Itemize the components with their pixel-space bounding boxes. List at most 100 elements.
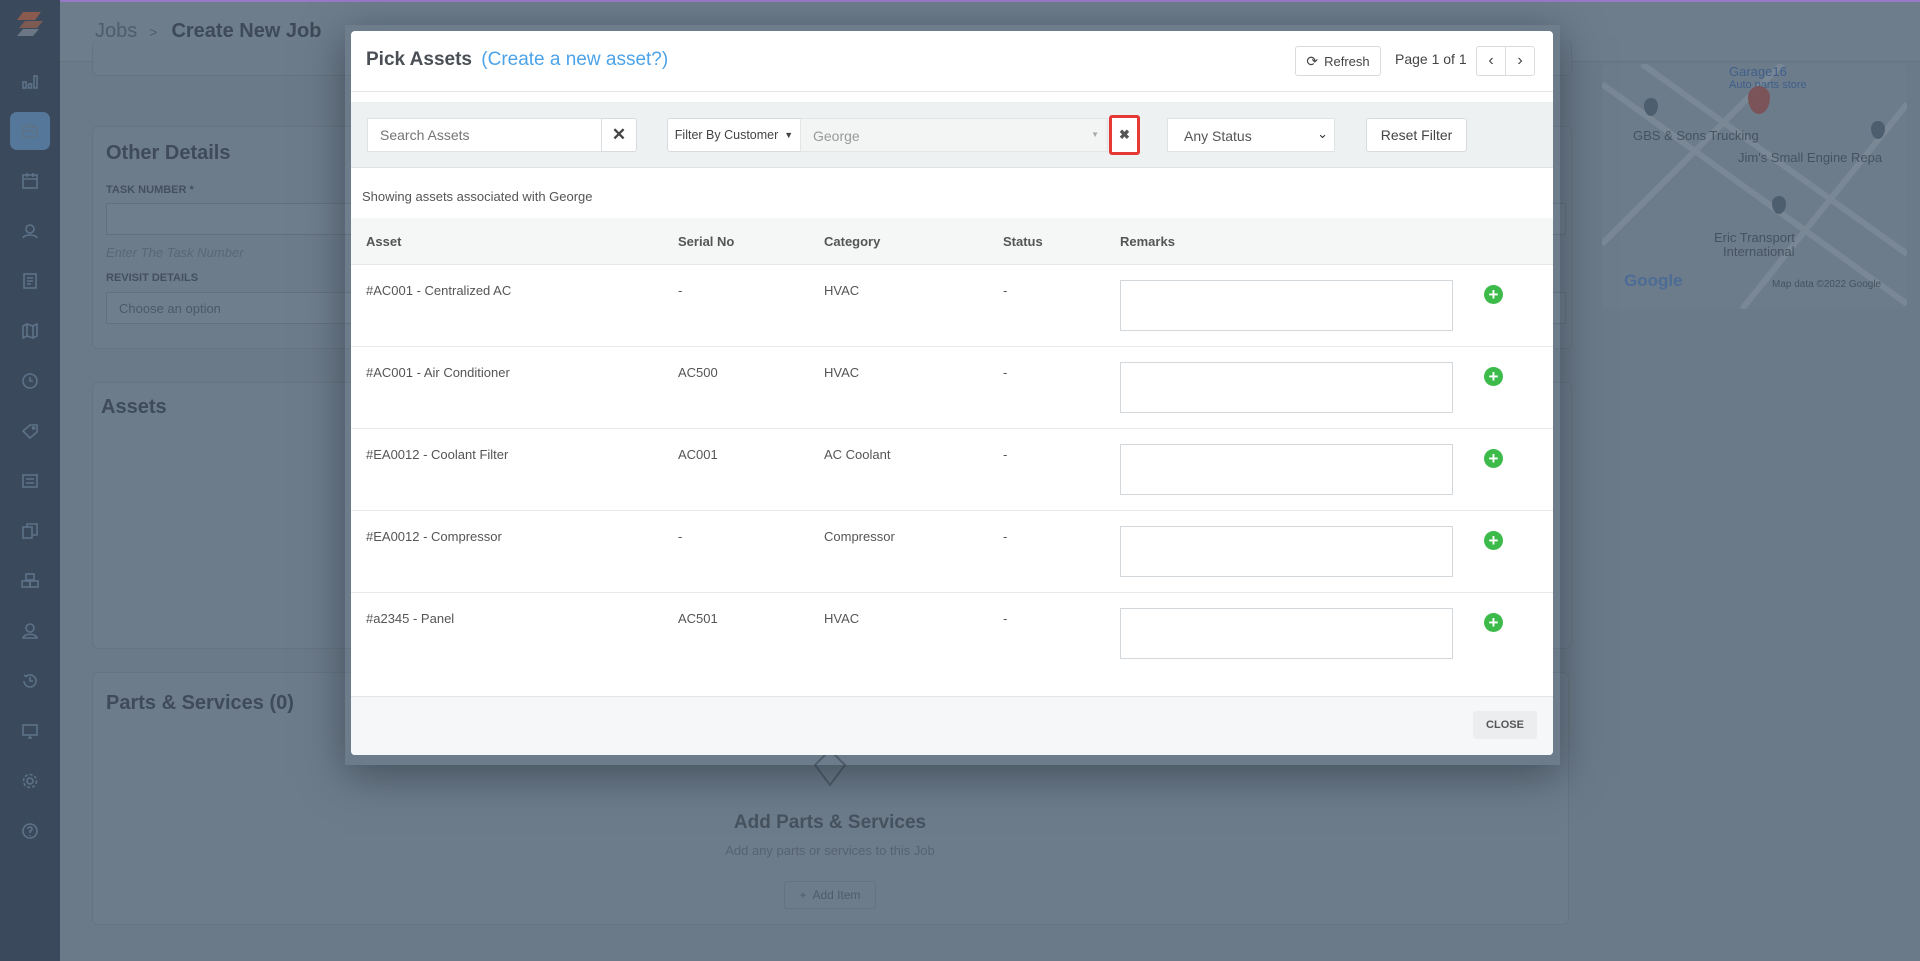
cell-asset: #AC001 - Centralized AC — [366, 283, 512, 298]
page-title: Create New Job — [171, 20, 322, 42]
calendar-icon — [22, 173, 38, 189]
remarks-input[interactable] — [1120, 280, 1453, 331]
column-header-serial: Serial No — [678, 234, 735, 249]
breadcrumb-jobs[interactable]: Jobs — [95, 20, 137, 42]
column-header-remarks: Remarks — [1120, 234, 1175, 249]
plus-icon: + — [799, 888, 807, 902]
modal-title-text: Pick Assets — [366, 49, 472, 70]
map-attribution: Map data ©2022 Google — [1772, 279, 1882, 290]
map-label: Eric Transport — [1714, 230, 1795, 245]
table-row: #EA0012 - Compressor - Compressor - + — [351, 511, 1553, 593]
cell-status: - — [1003, 529, 1008, 544]
chart-icon — [22, 75, 38, 89]
gear-icon — [22, 773, 38, 789]
nav-estimates[interactable] — [10, 462, 50, 500]
cell-category: AC Coolant — [824, 447, 891, 462]
refresh-button[interactable]: ⟳ Refresh — [1295, 46, 1381, 76]
nav-jobs[interactable] — [10, 112, 50, 150]
other-details-title: Other Details — [106, 142, 231, 164]
cell-asset: #AC001 - Air Conditioner — [366, 365, 510, 380]
boxes-icon — [21, 573, 39, 588]
add-asset-plus-icon[interactable]: + — [1484, 449, 1503, 468]
remarks-input[interactable] — [1120, 362, 1453, 413]
nav-calendar[interactable] — [10, 162, 50, 200]
filter-by-customer-dropdown[interactable]: Filter By Customer ▼ — [667, 118, 801, 152]
remarks-input[interactable] — [1120, 608, 1453, 659]
nav-inventory[interactable] — [10, 562, 50, 600]
column-header-status: Status — [1003, 234, 1043, 249]
map-label: Auto parts store — [1729, 79, 1807, 91]
add-item-button[interactable]: + Add Item — [784, 881, 876, 909]
table-row: #AC001 - Centralized AC - HVAC - + — [351, 265, 1553, 347]
cell-category: HVAC — [824, 611, 860, 626]
cell-status: - — [1003, 283, 1008, 298]
table-row: #EA0012 - Coolant Filter AC001 AC Coolant -… — [351, 429, 1553, 511]
invoice-icon — [23, 273, 37, 289]
add-asset-plus-icon[interactable]: + — [1484, 367, 1503, 386]
nav-pricing[interactable] — [10, 412, 50, 450]
table-header: Asset Serial No Category Status Remarks — [351, 218, 1553, 265]
nav-customers[interactable] — [10, 212, 50, 250]
add-asset-plus-icon[interactable]: + — [1484, 531, 1503, 550]
add-asset-plus-icon[interactable]: + — [1484, 613, 1503, 632]
nav-map[interactable] — [10, 312, 50, 350]
add-parts-text: Add any parts or services to this Job — [725, 843, 935, 858]
reset-filter-button[interactable]: Reset Filter — [1366, 118, 1467, 152]
list-icon — [22, 474, 38, 488]
nav-settings[interactable] — [10, 762, 50, 800]
caret-down-icon: ▼ — [1091, 130, 1099, 139]
task-number-hint: Enter The Task Number — [106, 245, 244, 260]
cell-asset: #EA0012 - Compressor — [366, 529, 502, 544]
close-icon: ✖ — [1119, 127, 1130, 142]
task-number-label: TASK NUMBER * — [106, 184, 194, 196]
clear-search-button[interactable]: ✕ — [601, 118, 637, 152]
nav-users[interactable] — [10, 612, 50, 650]
nav-documents[interactable] — [10, 512, 50, 550]
modal-footer: CLOSE — [351, 696, 1553, 755]
column-header-asset: Asset — [366, 234, 402, 249]
monitor-icon — [22, 724, 38, 739]
customer-select[interactable]: George ▼ — [800, 118, 1108, 152]
users-icon — [22, 224, 38, 239]
parts-services-title: Parts & Services (0) — [106, 692, 294, 714]
remarks-input[interactable] — [1120, 444, 1453, 495]
create-asset-link[interactable]: (Create a new asset?) — [481, 49, 668, 70]
add-asset-plus-icon[interactable]: + — [1484, 285, 1503, 304]
briefcase-icon — [22, 124, 38, 138]
status-value: Any Status — [1184, 128, 1252, 144]
filter-by-label: Filter By Customer — [674, 128, 779, 142]
cell-asset: #EA0012 - Coolant Filter — [366, 447, 509, 462]
revisit-details-label: REVISIT DETAILS — [106, 272, 199, 284]
cell-serial: AC500 — [678, 365, 718, 380]
refresh-label: Refresh — [1324, 53, 1370, 69]
map-label: International — [1723, 244, 1795, 259]
breadcrumb-separator: > — [149, 24, 158, 40]
page-info: Page 1 of 1 — [1395, 51, 1467, 67]
nav-display[interactable] — [10, 712, 50, 750]
cell-category: HVAC — [824, 283, 860, 298]
nav-history[interactable] — [10, 662, 50, 700]
nav-invoices[interactable] — [10, 262, 50, 300]
chevron-left-icon: ‹ — [1488, 52, 1494, 69]
table-row: #a2345 - Panel AC501 HVAC - + — [351, 593, 1553, 675]
remarks-input[interactable] — [1120, 526, 1453, 577]
filter-bar: ✕ Filter By Customer ▼ George ▼ ✖ Any Stat… — [351, 102, 1553, 168]
copy-icon — [22, 523, 38, 539]
assets-title: Assets — [101, 396, 167, 418]
history-icon — [23, 674, 37, 688]
search-assets-input[interactable] — [367, 118, 603, 152]
status-select[interactable]: Any Status ⌄ — [1167, 118, 1335, 152]
map[interactable]: Garage16 Auto parts store GBS & Sons Tru… — [1602, 64, 1907, 309]
map-label: Jim's Small Engine Repa — [1738, 150, 1883, 165]
cell-category: HVAC — [824, 365, 860, 380]
nav-dashboard[interactable] — [10, 62, 50, 100]
clear-customer-button[interactable]: ✖ — [1109, 115, 1140, 155]
close-button[interactable]: CLOSE — [1473, 711, 1537, 739]
next-page-button[interactable]: › — [1505, 46, 1535, 76]
prev-page-button[interactable]: ‹ — [1476, 46, 1506, 76]
customer-value: George — [813, 128, 860, 144]
cell-status: - — [1003, 611, 1008, 626]
nav-timesheets[interactable] — [10, 362, 50, 400]
modal-header: Pick Assets (Create a new asset?) ⟳ Refre… — [351, 31, 1553, 92]
column-header-category: Category — [824, 234, 881, 249]
